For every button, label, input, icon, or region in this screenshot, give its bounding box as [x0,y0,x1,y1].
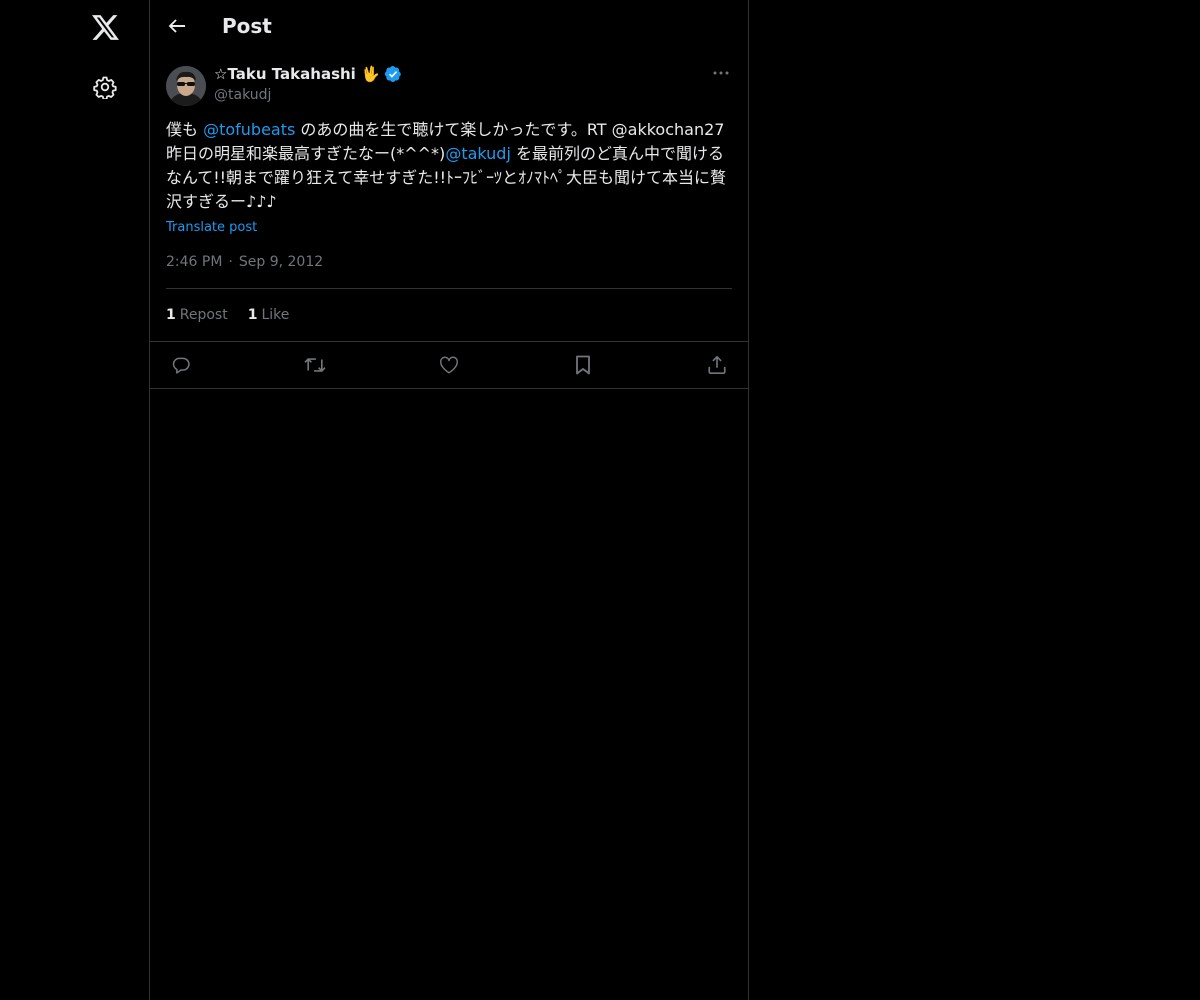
separator-dot: · [228,254,233,270]
engagement-stats: 1 Repost 1 Like [166,289,732,341]
page-title: Post [222,14,272,38]
top-bar: Post [150,0,748,54]
translate-post-link[interactable]: Translate post [166,220,257,235]
post-timestamp: 2:46 PM · Sep 9, 2012 [166,252,732,272]
app-root: Post ☆Taku Takahashi 🖖 @takudj 僕も @tofub… [0,0,1200,1000]
reposts-label: Repost [179,307,228,323]
post-column: Post ☆Taku Takahashi 🖖 @takudj 僕も @tofub… [149,0,749,1000]
reply-button[interactable] [168,352,194,378]
like-button[interactable] [436,352,462,378]
x-logo-icon[interactable] [84,6,126,48]
likes-stat[interactable]: 1 Like [248,307,290,323]
share-icon [707,355,727,375]
post-time[interactable]: 2:46 PM [166,254,222,270]
reposts-count: 1 [166,307,176,323]
bookmark-button[interactable] [570,352,596,378]
back-arrow-icon [168,18,186,34]
reposts-stat[interactable]: 1 Repost [166,307,228,323]
avatar[interactable] [166,66,206,106]
bookmark-icon [575,355,591,375]
share-button[interactable] [704,352,730,378]
back-button[interactable] [162,11,192,41]
likes-count: 1 [247,307,258,323]
repost-icon [304,355,326,375]
mention-link[interactable]: @tofubeats [203,120,295,139]
mention-link[interactable]: @takudj [445,144,511,163]
post-text: 僕も @tofubeats のあの曲を生で聴けて楽しかったです。RT @akko… [166,118,732,214]
post: ☆Taku Takahashi 🖖 @takudj 僕も @tofubeats … [150,62,748,389]
verified-badge-icon [384,65,402,83]
likes-label: Like [261,307,290,323]
action-bar [166,342,732,388]
divider [150,388,748,389]
author-display-name[interactable]: ☆Taku Takahashi 🖖 [214,65,402,83]
author-row: ☆Taku Takahashi 🖖 @takudj [166,62,732,118]
post-text-segment: 僕も [166,120,204,139]
heart-icon [439,356,459,374]
post-date[interactable]: Sep 9, 2012 [239,254,323,270]
author-name-text: ☆Taku Takahashi 🖖 [214,65,380,83]
more-options-button[interactable] [710,62,732,84]
reply-icon [171,355,191,375]
repost-button[interactable] [302,352,328,378]
more-dots-icon [713,71,729,75]
gear-icon[interactable] [84,66,126,108]
left-nav-rail [0,0,149,1000]
author-handle[interactable]: @takudj [214,87,271,103]
